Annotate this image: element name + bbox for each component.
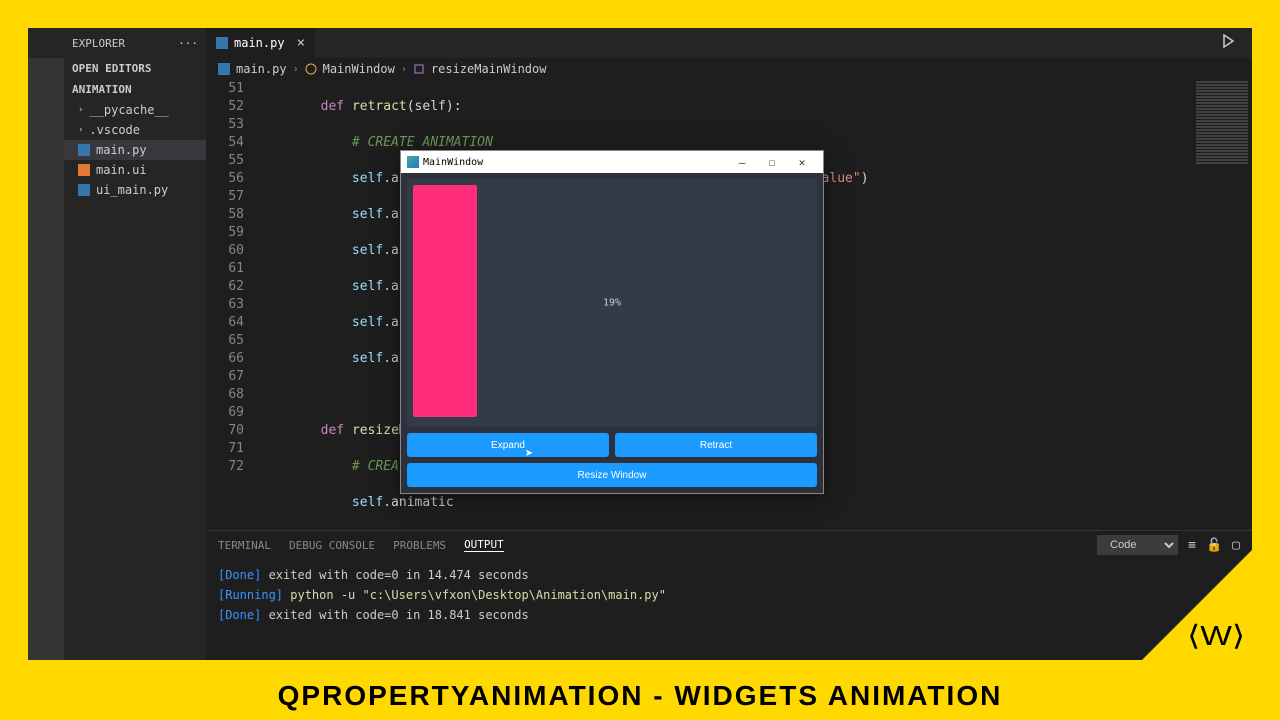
breadcrumb-method: resizeMainWindow <box>431 62 547 76</box>
breadcrumb[interactable]: main.py › MainWindow › resizeMainWindow <box>206 58 1252 80</box>
explorer-title: EXPLORER <box>72 37 125 50</box>
chevron-right-icon: › <box>401 64 407 75</box>
breadcrumb-class: MainWindow <box>323 62 395 76</box>
file-ui-main-py[interactable]: ui_main.py <box>64 180 206 200</box>
explorer-header: EXPLORER ··· <box>64 37 206 50</box>
method-icon <box>413 63 425 75</box>
logo: ⟨W⟩ <box>1187 619 1245 652</box>
retract-button[interactable]: Retract <box>615 433 817 457</box>
qt-title: MainWindow <box>423 157 483 168</box>
expand-button[interactable]: Expand <box>407 433 609 457</box>
qt-content-frame: 19% <box>407 179 817 427</box>
activity-bar[interactable] <box>28 58 64 660</box>
window-icon <box>407 156 419 168</box>
project-section[interactable]: ANIMATION <box>64 79 206 100</box>
python-icon <box>218 63 230 75</box>
line-gutter: 5152535455565758596061626364656667686970… <box>206 80 258 530</box>
python-icon <box>216 37 228 49</box>
mouse-cursor: ➤ <box>525 446 533 462</box>
qt-mainwindow[interactable]: MainWindow — ☐ ✕ 19% Expand Retract Resi… <box>400 150 824 494</box>
terminal-panel: TERMINAL DEBUG CONSOLE PROBLEMS OUTPUT C… <box>206 530 1252 660</box>
tab-label: main.py <box>234 36 285 50</box>
file-main-ui[interactable]: main.ui <box>64 160 206 180</box>
folder-pycache[interactable]: ›__pycache__ <box>64 100 206 120</box>
terminal-output[interactable]: [Done] exited with code=0 in 14.474 seco… <box>206 559 1252 660</box>
folder-vscode[interactable]: ›.vscode <box>64 120 206 140</box>
more-icon[interactable]: ··· <box>178 37 198 50</box>
resize-window-button[interactable]: Resize Window <box>407 463 817 487</box>
qt-titlebar[interactable]: MainWindow — ☐ ✕ <box>401 151 823 173</box>
open-editors-section[interactable]: OPEN EDITORS <box>64 58 206 79</box>
close-icon[interactable]: ✕ <box>787 156 817 169</box>
python-icon <box>78 144 90 156</box>
minimap[interactable] <box>1192 80 1252 530</box>
tab-output[interactable]: OUTPUT <box>464 538 504 552</box>
qt-body: 19% Expand Retract Resize Window <box>401 173 823 493</box>
file-main-py[interactable]: main.py <box>64 140 206 160</box>
chevron-right-icon: › <box>78 125 83 135</box>
video-caption: QPROPERTYANIMATION - WIDGETS ANIMATION <box>0 680 1280 712</box>
chevron-right-icon: › <box>293 64 299 75</box>
progress-label: 19% <box>603 298 621 309</box>
tab-problems[interactable]: PROBLEMS <box>393 539 446 552</box>
tabs-container: main.py × <box>206 28 1252 58</box>
close-icon[interactable]: × <box>297 35 305 51</box>
run-icon[interactable] <box>1220 33 1236 53</box>
ui-icon <box>78 164 90 176</box>
breadcrumb-file: main.py <box>236 62 287 76</box>
maximize-icon[interactable]: ☐ <box>757 156 787 169</box>
tab-debug-console[interactable]: DEBUG CONSOLE <box>289 539 375 552</box>
tab-main-py[interactable]: main.py × <box>206 28 315 58</box>
minimize-icon[interactable]: — <box>727 156 757 169</box>
class-icon <box>305 63 317 75</box>
tab-bar: EXPLORER ··· main.py × <box>28 28 1252 58</box>
terminal-tabs: TERMINAL DEBUG CONSOLE PROBLEMS OUTPUT C… <box>206 531 1252 559</box>
tab-terminal[interactable]: TERMINAL <box>218 539 271 552</box>
explorer-panel: OPEN EDITORS ANIMATION ›__pycache__ ›.vs… <box>64 58 206 660</box>
python-icon <box>78 184 90 196</box>
chevron-right-icon: › <box>78 105 83 115</box>
animated-widget <box>413 185 477 417</box>
